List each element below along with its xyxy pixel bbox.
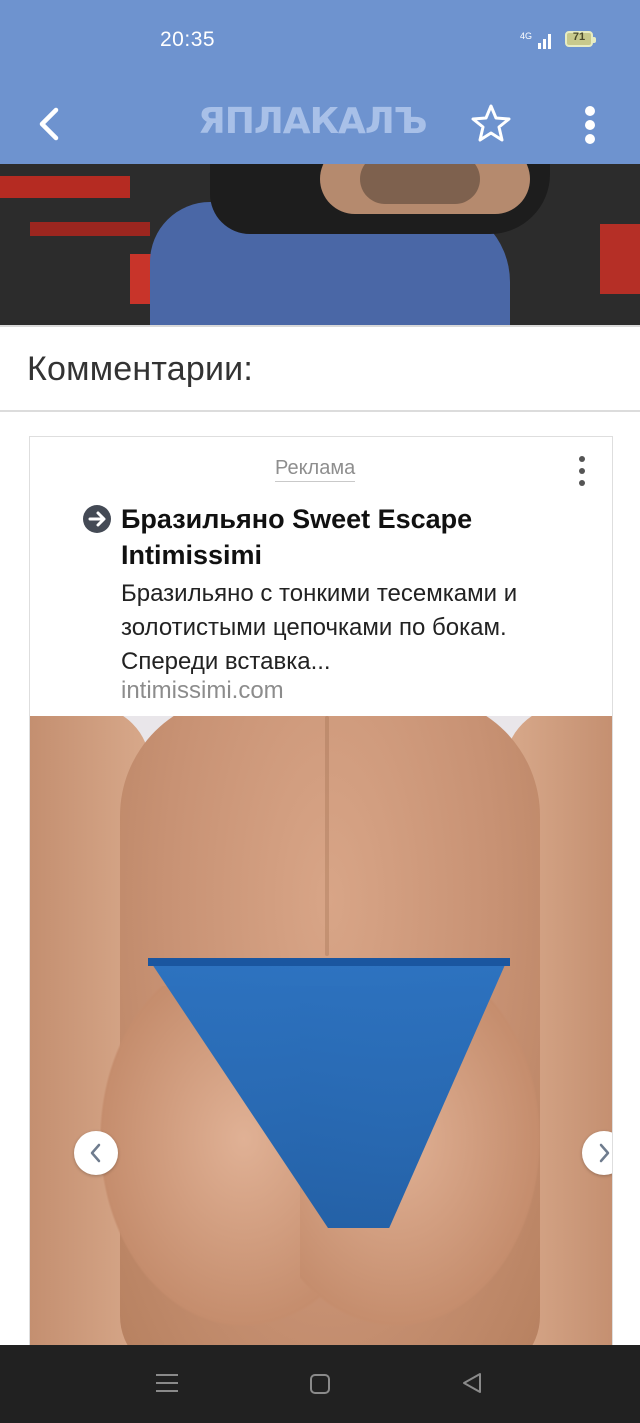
chevron-right-icon [599,1143,610,1163]
status-time: 20:35 [160,28,216,51]
post-image[interactable] [0,164,640,327]
back-triangle-icon[interactable] [460,1371,484,1395]
photo-garment-band [148,958,510,966]
more-vert-icon [579,456,585,486]
gym-equipment [30,222,150,236]
ad-options-button[interactable] [570,453,594,489]
network-label: 4G [520,31,532,41]
favorite-button[interactable] [468,94,514,152]
ad-label: Реклама [275,457,356,482]
divider [0,410,640,412]
comments-heading: Комментарии: [27,350,253,388]
ad-card[interactable]: Реклама Бразильяно Sweet Escape Intimiss… [29,436,613,1348]
gym-equipment [600,224,640,294]
home-square-icon[interactable] [309,1373,331,1395]
chevron-left-icon [39,107,59,141]
ad-description[interactable]: Бразильяно с тонкими тесемками и золотис… [121,577,591,679]
battery-level: 71 [572,31,586,43]
status-bar: 20:35 4G 71 [0,0,640,82]
menu-icon[interactable] [155,1372,179,1394]
site-logo[interactable]: ЯПЛАКАЛЪ [198,100,428,144]
ad-domain[interactable]: intimissimi.com [121,677,284,705]
ad-title[interactable]: Бразильяно Sweet Escape Intimissimi [121,501,591,573]
ad-image[interactable] [30,716,612,1347]
carousel-prev-button[interactable] [74,1131,118,1175]
system-navigation-bar [0,1345,640,1423]
divider [0,325,640,327]
back-button[interactable] [30,94,70,152]
more-vert-icon [585,106,595,144]
arrow-right-circle-icon [83,505,111,533]
star-outline-icon [471,104,511,142]
battery-icon: 71 [565,31,596,47]
signal-4g-icon: 4G [520,31,551,49]
gym-equipment [0,176,130,198]
photo-arm [320,164,530,214]
chevron-left-icon [90,1143,101,1163]
photo-spine [325,716,329,956]
app-bar: ЯПЛАКАЛЪ [0,82,640,164]
overflow-menu-button[interactable] [575,94,605,152]
